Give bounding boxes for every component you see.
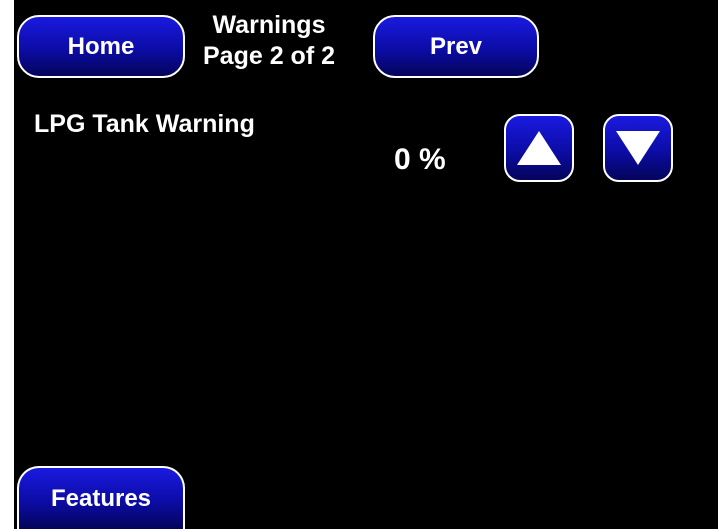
prev-button[interactable]: Prev [373, 15, 539, 78]
increase-button[interactable] [504, 114, 574, 182]
prev-button-label: Prev [429, 32, 483, 60]
decrease-button[interactable] [603, 114, 673, 182]
features-button[interactable]: Features [17, 466, 185, 529]
page-indicator: Page 2 of 2 [203, 42, 335, 70]
home-button-label: Home [67, 32, 135, 60]
down-triangle-icon [616, 131, 660, 165]
lpg-tank-warning-label: LPG Tank Warning [34, 110, 255, 138]
lpg-tank-warning-value: 0 % [394, 143, 446, 176]
page-title: Warnings Page 2 of 2 [189, 10, 349, 72]
up-triangle-icon [517, 131, 561, 165]
warnings-screen: Home Warnings Page 2 of 2 Prev LPG Tank … [14, 0, 718, 529]
home-button[interactable]: Home [17, 15, 185, 78]
features-button-label: Features [50, 484, 152, 512]
page-title-line1: Warnings [212, 11, 326, 39]
